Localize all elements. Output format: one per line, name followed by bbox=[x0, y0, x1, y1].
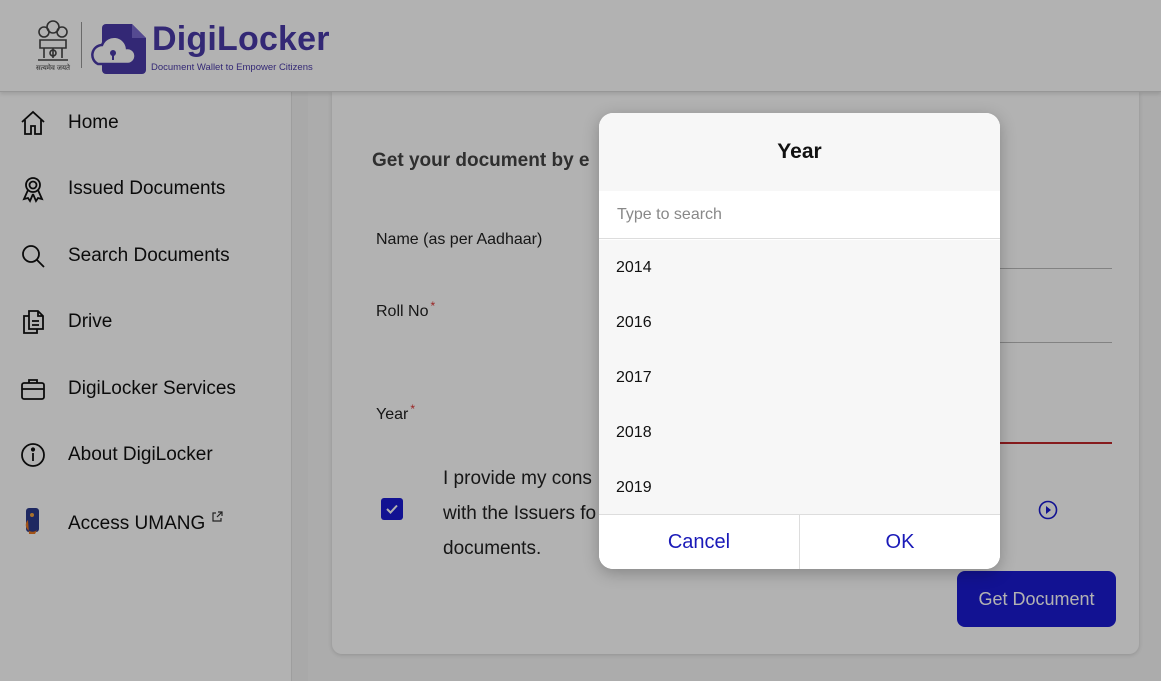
year-option[interactable]: 2019 bbox=[599, 460, 1000, 514]
year-search-input[interactable] bbox=[599, 191, 1000, 239]
dialog-actions: Cancel OK bbox=[599, 514, 1000, 569]
dialog-title: Year bbox=[599, 113, 1000, 191]
cancel-button[interactable]: Cancel bbox=[599, 515, 799, 569]
year-list[interactable]: 2014 2016 2017 2018 2019 bbox=[599, 240, 1000, 514]
year-option[interactable]: 2016 bbox=[599, 295, 1000, 350]
year-picker-dialog: Year 2014 2016 2017 2018 2019 Cancel OK bbox=[599, 113, 1000, 569]
year-option[interactable]: 2018 bbox=[599, 405, 1000, 460]
year-option[interactable]: 2017 bbox=[599, 350, 1000, 405]
ok-button[interactable]: OK bbox=[799, 515, 1000, 569]
year-option[interactable]: 2014 bbox=[599, 240, 1000, 295]
